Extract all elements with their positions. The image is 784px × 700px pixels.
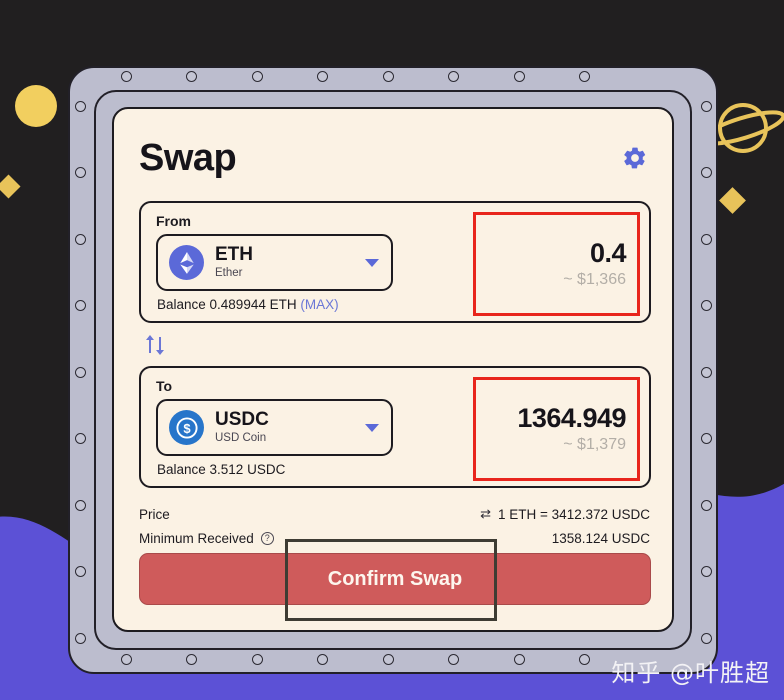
chevron-down-icon	[365, 423, 379, 432]
rivet	[700, 632, 712, 644]
rivet	[74, 499, 86, 511]
minimum-label-group: Minimum Received ?	[139, 531, 274, 546]
rivet	[700, 366, 712, 378]
from-token-symbol: ETH	[215, 244, 253, 265]
rivet	[513, 653, 525, 665]
settings-gear-button[interactable]	[620, 143, 650, 173]
ethereum-icon	[169, 245, 204, 280]
to-amount-usd: ~ $1,379	[563, 436, 626, 453]
rivet	[74, 300, 86, 311]
from-token-texts: ETH Ether	[215, 245, 365, 280]
rivet	[579, 70, 590, 82]
to-balance-text: Balance 3.512 USDC	[157, 462, 286, 477]
price-label-group: Price	[139, 507, 170, 522]
rivet	[120, 70, 132, 82]
to-label: To	[156, 378, 173, 394]
rivet	[382, 653, 394, 665]
max-link[interactable]: (MAX)	[300, 297, 338, 312]
rivet	[120, 653, 132, 665]
yellow-diamond-left-decoration	[0, 174, 21, 199]
rivet	[700, 566, 712, 577]
yellow-diamond-right-decoration	[719, 187, 746, 214]
rivet	[700, 233, 712, 245]
ethereum-glyph-icon	[179, 251, 194, 274]
from-amount-input[interactable]: 0.4 ~ $1,366	[473, 212, 640, 316]
svg-text:$: $	[183, 421, 191, 436]
from-token-select[interactable]: ETH Ether	[156, 234, 393, 291]
from-amount-value: 0.4	[589, 238, 627, 268]
rivet	[448, 653, 459, 665]
usdc-icon: $	[169, 410, 204, 445]
minimum-received-row: Minimum Received ? 1358.124 USDC	[139, 526, 650, 550]
from-label: From	[156, 213, 191, 229]
from-token-name: Ether	[215, 267, 243, 279]
rivet	[382, 70, 394, 82]
from-balance-row: Balance 0.489944 ETH (MAX)	[157, 297, 339, 312]
rivet	[251, 653, 263, 665]
swap-card: Swap From ETH Ether Balance 0.489944 ETH…	[112, 107, 674, 632]
rivet	[74, 366, 86, 378]
rivet	[186, 653, 197, 665]
from-balance-text: Balance 0.489944 ETH	[157, 297, 297, 312]
rivet	[700, 100, 712, 112]
minimum-received-value: 1358.124 USDC	[551, 530, 650, 546]
rivet	[251, 70, 263, 82]
yellow-circle-decoration	[15, 85, 57, 127]
switch-direction-button[interactable]	[141, 330, 169, 360]
rivet	[186, 70, 197, 82]
rivet	[74, 566, 86, 577]
to-amount-input[interactable]: 1364.949 ~ $1,379	[473, 377, 640, 481]
page-title: Swap	[139, 136, 237, 179]
screenshot-stage: Swap From ETH Ether Balance 0.489944 ETH…	[0, 0, 784, 700]
usdc-glyph-icon: $	[175, 416, 198, 439]
rivet	[74, 100, 86, 112]
to-token-symbol: USDC	[215, 409, 269, 430]
chevron-down-icon	[365, 258, 379, 267]
rivet	[700, 433, 712, 444]
rivet	[579, 653, 590, 665]
rivet	[700, 300, 712, 311]
rivet	[74, 167, 86, 178]
to-token-name: USD Coin	[215, 432, 267, 444]
rivet	[448, 70, 459, 82]
question-mark-icon[interactable]: ?	[260, 531, 274, 545]
confirm-swap-button[interactable]: Confirm Swap	[139, 553, 651, 605]
minimum-value-group: 1358.124 USDC	[552, 531, 650, 546]
price-label: Price	[139, 506, 170, 522]
watermark-text: 知乎 @叶胜超	[611, 659, 770, 687]
rivet	[74, 233, 86, 245]
rivet	[74, 433, 86, 444]
rivet	[700, 499, 712, 511]
confirm-swap-label: Confirm Swap	[327, 567, 463, 590]
to-balance-row: Balance 3.512 USDC	[157, 462, 285, 477]
card-header: Swap	[139, 127, 650, 189]
minimum-received-label: Minimum Received	[139, 530, 254, 546]
price-value: 1 ETH = 3412.372 USDC	[498, 506, 650, 522]
rivet	[317, 70, 328, 82]
gear-icon	[624, 147, 646, 169]
to-token-texts: USDC USD Coin	[215, 410, 365, 445]
to-panel: To $ USDC USD Coin Balance 3.512 USDC 13…	[139, 366, 651, 488]
rivet	[74, 632, 86, 644]
to-token-select[interactable]: $ USDC USD Coin	[156, 399, 393, 456]
swap-details: Price ⇄ 1 ETH = 3412.372 USDC Minimum Re…	[139, 502, 650, 550]
swap-rate-icon[interactable]: ⇄	[480, 506, 491, 522]
from-amount-usd: ~ $1,366	[563, 271, 626, 288]
rivet	[700, 167, 712, 178]
price-value-group: ⇄ 1 ETH = 3412.372 USDC	[480, 506, 650, 522]
price-row: Price ⇄ 1 ETH = 3412.372 USDC	[139, 502, 650, 526]
swap-arrows-icon	[146, 335, 164, 355]
to-amount-value: 1364.949	[517, 403, 626, 433]
rivet	[513, 70, 525, 82]
rivet	[317, 653, 328, 665]
from-panel: From ETH Ether Balance 0.489944 ETH (MAX…	[139, 201, 651, 323]
